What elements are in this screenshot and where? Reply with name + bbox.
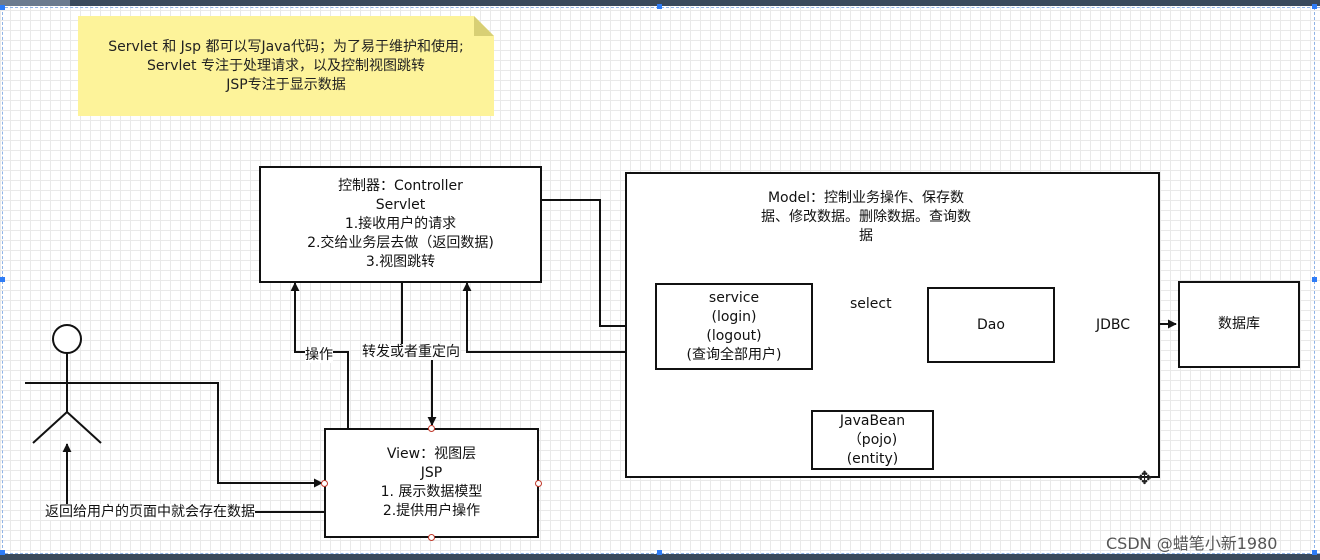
- connection-port[interactable]: [535, 480, 542, 487]
- user-actor-icon[interactable]: [25, 324, 112, 444]
- edge-user-to-view[interactable]: [112, 382, 323, 488]
- service-box[interactable]: service (login) (logout) (查询全部用户): [655, 283, 813, 370]
- edge-label-forward: 转发或者重定向: [362, 344, 460, 360]
- connection-port[interactable]: [428, 534, 435, 541]
- javabean-box[interactable]: JavaBean （pojo) (entity): [811, 410, 934, 470]
- javabean-line: JavaBean: [839, 412, 906, 429]
- dao-box[interactable]: Dao: [927, 287, 1055, 363]
- view-line: 2.提供用户操作: [382, 503, 481, 519]
- watermark: CSDN @蜡笔小新1980: [1106, 534, 1278, 553]
- service-line: (login): [711, 308, 757, 325]
- edge-label-return-to-user: 返回给用户的页面中就会存在数据: [45, 504, 255, 520]
- controller-line: 3.视图跳转: [365, 254, 436, 270]
- dao-label: Dao: [977, 316, 1005, 333]
- service-line: (查询全部用户): [686, 346, 782, 363]
- edge-label-operate: 操作: [305, 347, 333, 363]
- controller-box[interactable]: 控制器：Controller Servlet 1.接收用户的请求 2.交给业务层…: [259, 166, 542, 283]
- edge-label-jdbc: JDBC: [1096, 317, 1131, 333]
- edge-label-select: select: [850, 296, 892, 312]
- view-line: JSP: [420, 465, 443, 481]
- javabean-line: （pojo): [847, 431, 898, 448]
- service-line: service: [708, 289, 760, 306]
- javabean-line: (entity): [846, 450, 899, 467]
- controller-line: Servlet: [375, 197, 426, 213]
- database-label: 数据库: [1218, 316, 1260, 332]
- database-box[interactable]: 数据库: [1178, 281, 1300, 368]
- service-line: (logout): [706, 327, 762, 344]
- connection-port[interactable]: [321, 480, 328, 487]
- controller-line: 2.交给业务层去做（返回数据): [307, 235, 494, 251]
- controller-line: 控制器：Controller: [338, 178, 463, 194]
- diagram-canvas: Servlet 和 Jsp 都可以写Java代码；为了易于维护和使用; Serv…: [0, 0, 1320, 560]
- view-line: View：视图层: [386, 446, 477, 462]
- view-box[interactable]: View：视图层 JSP 1. 展示数据模型 2.提供用户操作: [324, 428, 539, 538]
- model-title: Model：控制业务操作、保存数据、修改数据。删除数据。查询数据: [761, 190, 971, 244]
- view-line: 1. 展示数据模型: [380, 484, 483, 500]
- move-cursor-icon: ✥: [1137, 468, 1153, 489]
- connection-port[interactable]: [428, 425, 435, 432]
- edge-view-to-user[interactable]: [62, 443, 325, 513]
- controller-line: 1.接收用户的请求: [344, 216, 457, 232]
